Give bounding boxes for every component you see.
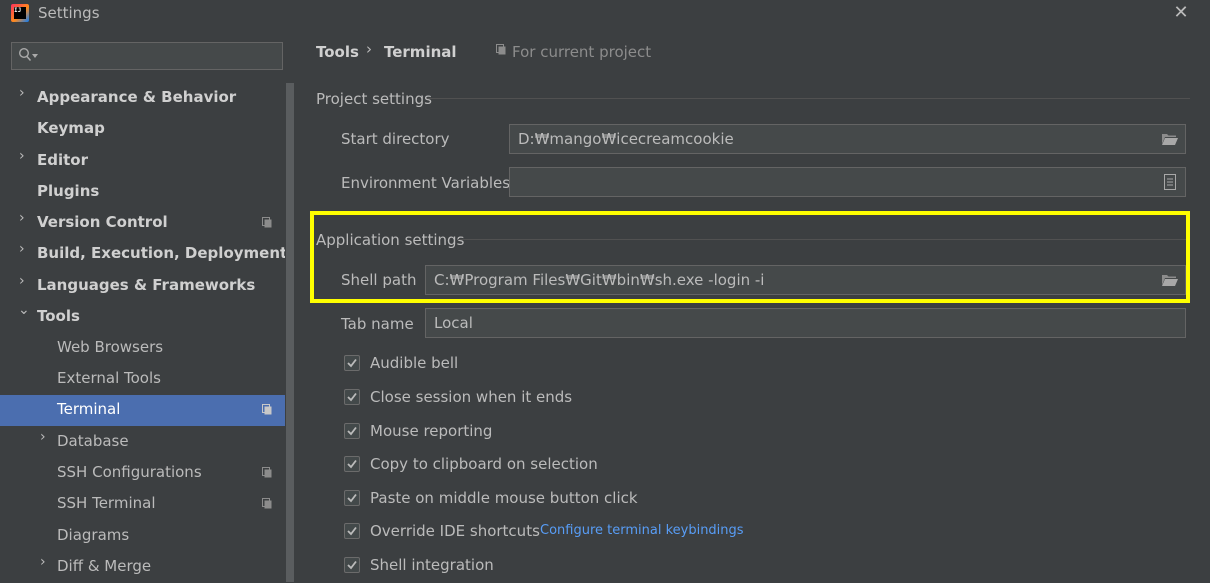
settings-sidebar: › Appearance & Behavior Keymap › Editor … — [0, 28, 295, 582]
sidebar-item-label: Diagrams — [57, 526, 130, 544]
tab-name-field[interactable]: Local — [425, 308, 1186, 338]
sidebar-item-label: Version Control — [37, 213, 168, 231]
search-input[interactable] — [11, 42, 283, 70]
close-icon[interactable]: ✕ — [1170, 2, 1192, 24]
intellij-logo-icon: IJ — [11, 4, 29, 22]
sidebar-item-plugins[interactable]: Plugins — [0, 177, 285, 208]
checkbox-label: Audible bell — [370, 354, 459, 372]
settings-content: Tools › Terminal For current project Pro… — [295, 28, 1210, 582]
sidebar-item-label: Tools — [37, 307, 80, 325]
sidebar-item-label: Terminal — [57, 400, 121, 418]
chevron-right-icon: › — [19, 241, 25, 257]
start-directory-label: Start directory — [341, 130, 450, 148]
chevron-right-icon: › — [40, 554, 46, 570]
environment-variables-field[interactable] — [509, 167, 1186, 197]
sidebar-item-label: Database — [57, 432, 129, 450]
checkbox-checked-icon[interactable] — [344, 490, 360, 506]
chevron-down-icon: ⌄ — [18, 302, 30, 318]
title-bar: IJ Settings ✕ — [0, 0, 1210, 28]
project-scope-icon — [496, 44, 506, 55]
checkbox-label: Copy to clipboard on selection — [370, 455, 598, 473]
document-icon[interactable] — [1164, 174, 1176, 190]
checkbox-checked-icon[interactable] — [344, 523, 360, 539]
sidebar-item-external-tools[interactable]: External Tools — [0, 364, 285, 395]
sidebar-item-keymap[interactable]: Keymap — [0, 114, 285, 145]
checkbox-label: Mouse reporting — [370, 422, 493, 440]
checkbox-checked-icon[interactable] — [344, 456, 360, 472]
checkbox-label: Shell integration — [370, 556, 494, 574]
sidebar-item-diff-merge[interactable]: › Diff & Merge — [0, 552, 285, 583]
sidebar-scrollbar[interactable] — [286, 83, 294, 582]
sidebar-item-version-control[interactable]: › Version Control — [0, 208, 285, 239]
start-directory-field[interactable]: D:₩mango₩icecreamcookie — [509, 124, 1186, 154]
sidebar-item-tools[interactable]: ⌄ Tools — [0, 302, 285, 333]
sidebar-item-terminal[interactable]: Terminal — [0, 395, 285, 426]
sidebar-item-editor[interactable]: › Editor — [0, 146, 285, 177]
chevron-right-icon: › — [19, 148, 25, 164]
sidebar-item-label: Build, Execution, Deployment — [37, 244, 288, 262]
breadcrumb-terminal: Terminal — [384, 43, 457, 61]
tab-name-value: Local — [434, 314, 473, 332]
sidebar-item-ssh-terminal[interactable]: SSH Terminal — [0, 489, 285, 520]
sidebar-item-languages-frameworks[interactable]: › Languages & Frameworks — [0, 271, 285, 302]
sidebar-item-label: Plugins — [37, 182, 100, 200]
sidebar-item-label: Diff & Merge — [57, 557, 152, 575]
checkbox-label: Paste on middle mouse button click — [370, 489, 638, 507]
breadcrumb-tools[interactable]: Tools — [316, 43, 359, 61]
checkbox-checked-icon[interactable] — [344, 423, 360, 439]
project-scope-icon — [262, 404, 272, 415]
sidebar-item-web-browsers[interactable]: Web Browsers — [0, 333, 285, 364]
search-icon — [18, 47, 32, 61]
window-title: Settings — [38, 4, 100, 22]
sidebar-item-label: Web Browsers — [57, 338, 164, 356]
checkbox-checked-icon[interactable] — [344, 557, 360, 573]
project-settings-title: Project settings — [316, 90, 432, 108]
folder-icon[interactable] — [1161, 132, 1179, 146]
sidebar-item-label: Editor — [37, 151, 88, 169]
sidebar-item-database[interactable]: › Database — [0, 427, 285, 458]
project-scope-icon — [262, 467, 272, 478]
chevron-right-icon: › — [19, 210, 25, 226]
checkbox-checked-icon[interactable] — [344, 389, 360, 405]
sidebar-item-label: External Tools — [57, 369, 161, 387]
sidebar-item-build-execution-deployment[interactable]: › Build, Execution, Deployment — [0, 239, 288, 270]
sidebar-item-label: SSH Configurations — [57, 463, 202, 481]
chevron-right-icon: › — [19, 273, 25, 289]
sidebar-item-label: SSH Terminal — [57, 494, 156, 512]
project-scope-icon — [262, 217, 272, 228]
scope-label: For current project — [512, 43, 652, 61]
section-divider — [427, 98, 1190, 99]
sidebar-item-label: Appearance & Behavior — [37, 88, 237, 106]
sidebar-item-appearance-behavior[interactable]: › Appearance & Behavior — [0, 83, 285, 114]
checkbox-checked-icon[interactable] — [344, 355, 360, 371]
sidebar-item-ssh-configurations[interactable]: SSH Configurations — [0, 458, 285, 489]
chevron-right-icon: › — [19, 85, 25, 101]
highlight-annotation — [310, 211, 1190, 303]
checkbox-label: Close session when it ends — [370, 388, 573, 406]
start-directory-value: D:₩mango₩icecreamcookie — [518, 130, 734, 148]
sidebar-item-label: Keymap — [37, 119, 105, 137]
chevron-right-icon: › — [40, 429, 46, 445]
checkbox-label: Override IDE shortcuts — [370, 522, 540, 540]
sidebar-item-label: Languages & Frameworks — [37, 276, 256, 294]
sidebar-item-diagrams[interactable]: Diagrams — [0, 521, 285, 552]
project-scope-icon — [262, 498, 272, 509]
environment-variables-label: Environment Variables — [341, 174, 511, 192]
breadcrumb-separator: › — [366, 40, 372, 58]
configure-keybindings-link[interactable]: Configure terminal keybindings — [540, 523, 744, 538]
tab-name-label: Tab name — [341, 315, 414, 333]
